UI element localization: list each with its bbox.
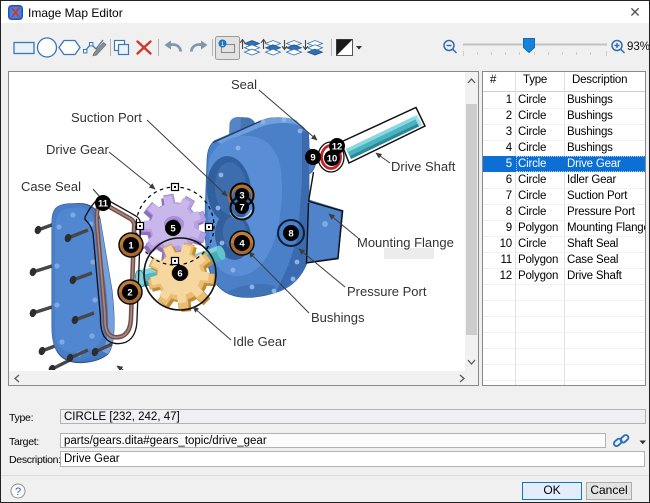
svg-text:11: 11 (98, 199, 109, 210)
svg-text:7: 7 (239, 203, 244, 214)
svg-text:Pressure Port: Pressure Port (347, 284, 427, 299)
svg-text:Suction Port: Suction Port (71, 110, 142, 125)
svg-text:12: 12 (332, 142, 343, 153)
svg-text:Drive Shaft: Drive Shaft (391, 159, 456, 174)
svg-text:Bushings: Bushings (311, 310, 365, 325)
svg-text:6: 6 (177, 269, 182, 280)
svg-text:Mounting Flange: Mounting Flange (357, 235, 454, 250)
svg-text:Drive Gear: Drive Gear (46, 142, 110, 157)
svg-text:8: 8 (288, 229, 293, 240)
svg-text:?: ? (15, 486, 21, 498)
svg-text:1: 1 (128, 241, 134, 252)
svg-text:5: 5 (170, 224, 176, 235)
svg-text:3: 3 (239, 191, 244, 202)
svg-text:Seal: Seal (231, 77, 257, 92)
svg-text:Case Seal: Case Seal (21, 179, 81, 194)
svg-text:9: 9 (310, 153, 315, 164)
svg-text:1: 1 (221, 41, 225, 48)
svg-text:2: 2 (127, 288, 132, 299)
svg-text:93%: 93% (627, 41, 649, 53)
svg-text:4: 4 (239, 239, 245, 250)
svg-text:Idle Gear: Idle Gear (233, 334, 287, 349)
svg-text:10: 10 (327, 154, 338, 165)
